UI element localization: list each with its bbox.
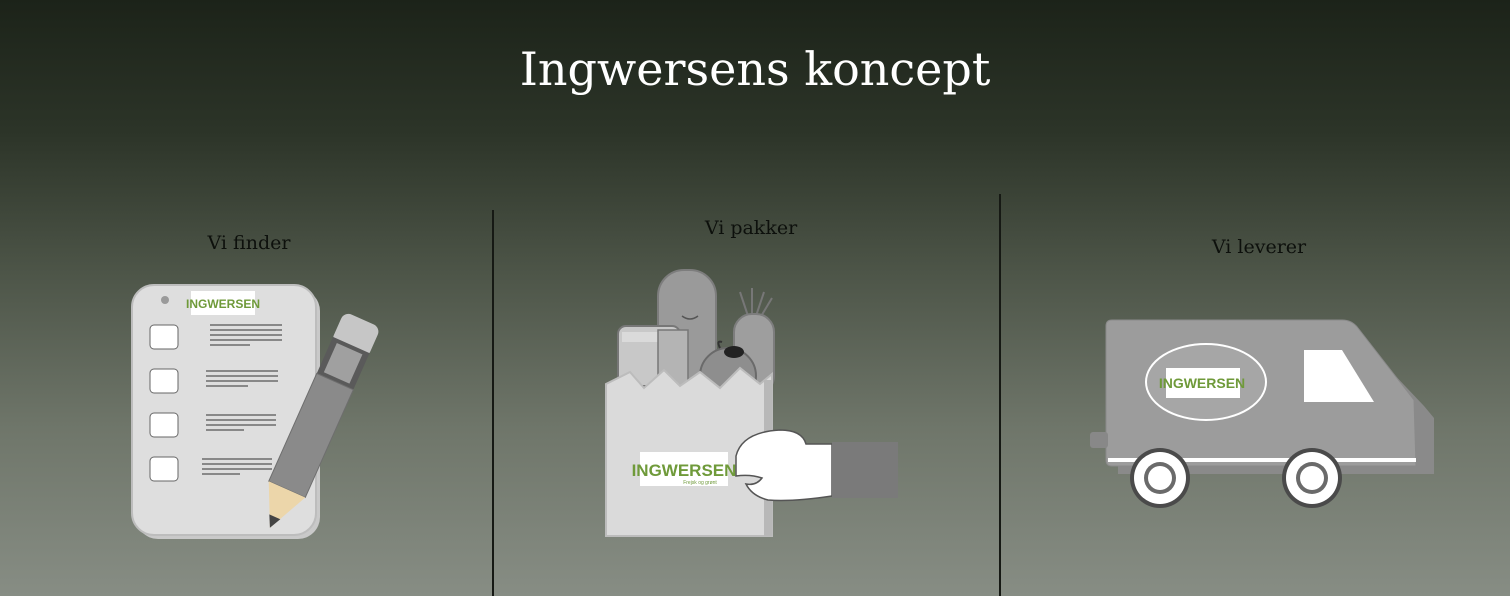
step-label-deliver: Vi leverer	[1211, 236, 1307, 258]
logo-tagline: Frejsk og grønt	[683, 480, 717, 486]
column-divider-left	[492, 210, 494, 596]
logo-text: INGWERSEN	[632, 461, 737, 480]
logo-text: INGWERSEN	[186, 297, 260, 311]
delivery-van-icon: INGWERSEN	[1090, 319, 1434, 508]
logo-text: INGWERSEN	[1159, 375, 1245, 391]
page-title: Ingwersens koncept	[519, 42, 991, 96]
step-label-find: Vi finder	[207, 232, 291, 254]
checklist-pencil-icon: INGWERSEN	[131, 284, 379, 539]
step-label-pack: Vi pakker	[704, 217, 798, 239]
column-divider-right	[999, 194, 1001, 596]
grocery-bag-icon: INGWERSEN Frejsk og grønt	[605, 269, 898, 537]
